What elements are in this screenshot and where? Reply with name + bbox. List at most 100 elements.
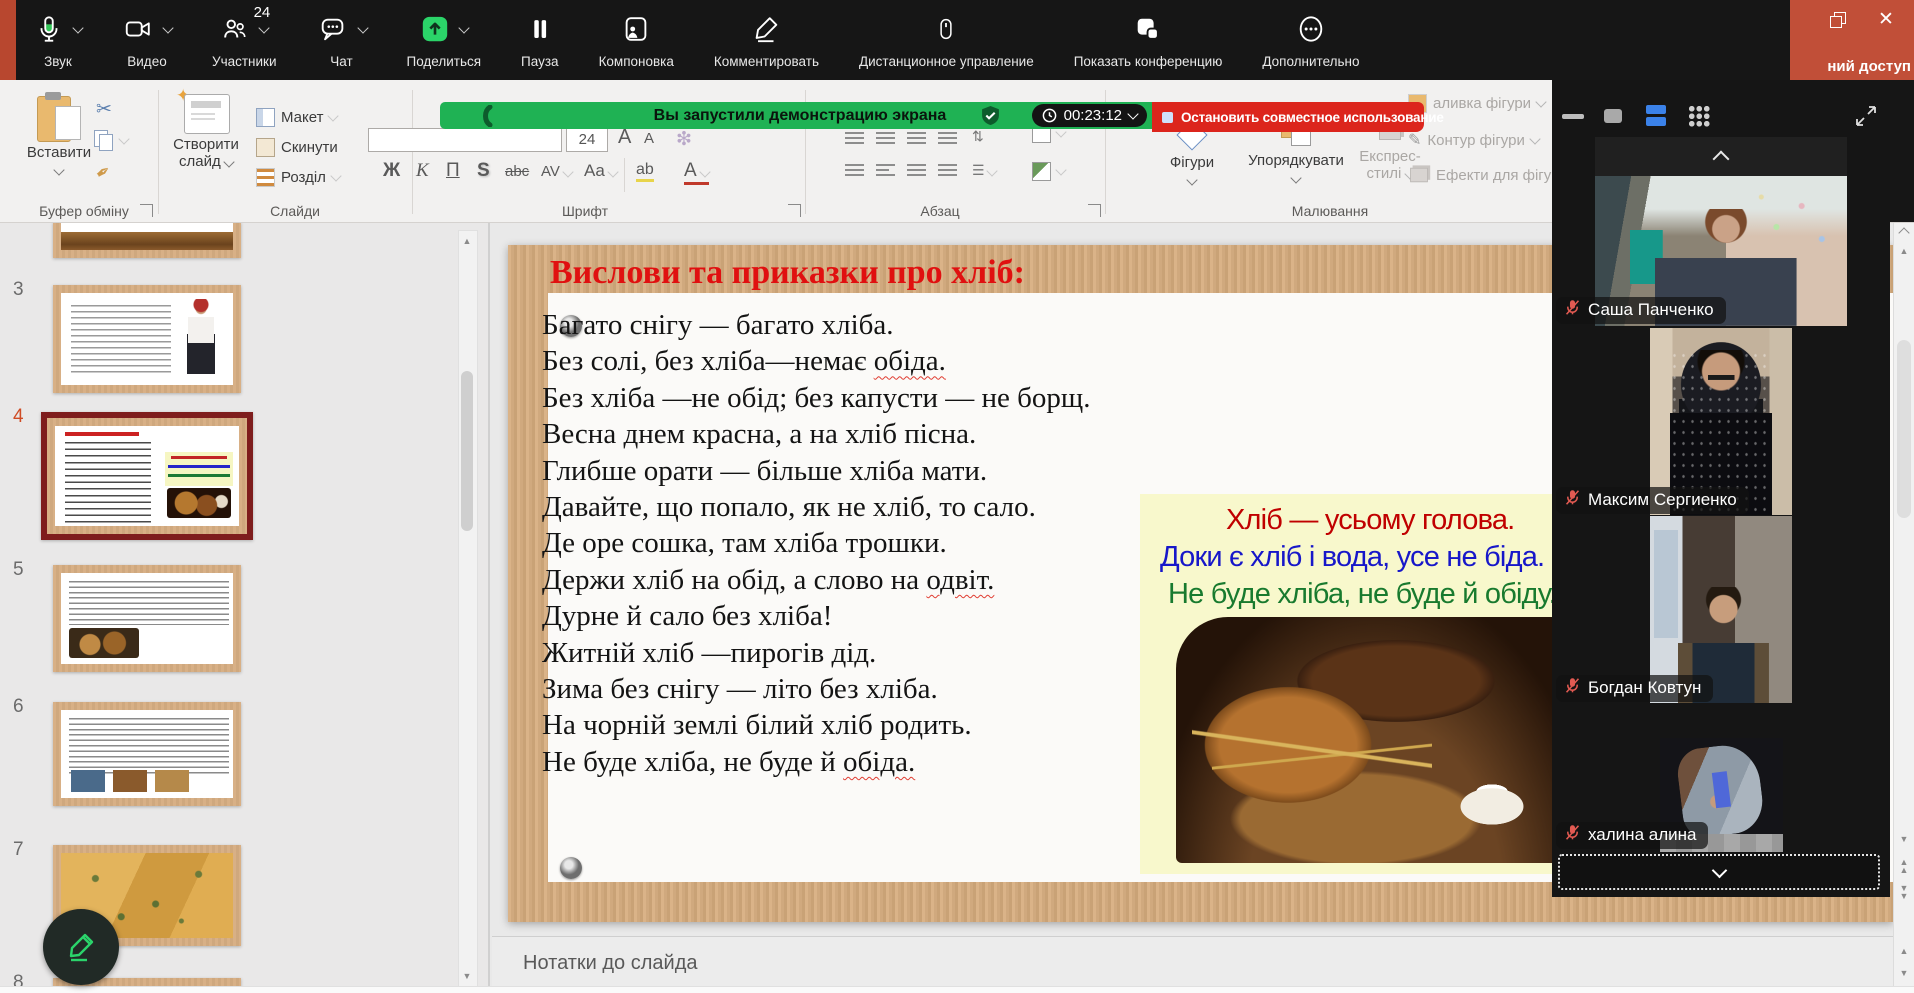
- align-left-button[interactable]: [845, 164, 864, 179]
- stop-share-button[interactable]: Остановить совместное использование: [1152, 102, 1424, 132]
- toolbar-item-share[interactable]: Поделиться: [407, 0, 482, 69]
- paste-button[interactable]: Вставити: [26, 92, 92, 178]
- bullets-button[interactable]: [845, 132, 864, 147]
- editor-scrollbar[interactable]: ▲ ▼ ▲▲ ▼▼ ▲ ▼: [1893, 222, 1914, 993]
- slide-text-line: На чорній землі білий хліб родить.: [542, 707, 1091, 743]
- scrollbar-thumb[interactable]: [1897, 340, 1911, 518]
- numbering-button[interactable]: [876, 132, 895, 147]
- toolbar-item-pause[interactable]: Пауза: [521, 0, 559, 69]
- notes-pane: Нотатки до слайда: [492, 936, 1914, 993]
- slide-title[interactable]: Вислови та приказки про хліб:: [550, 254, 1025, 292]
- increase-indent-button[interactable]: [938, 132, 957, 147]
- cut-button[interactable]: ✂: [96, 98, 112, 121]
- align-right-button[interactable]: [907, 164, 926, 179]
- toolbar-item-remote[interactable]: Дистанционное управление: [859, 0, 1034, 69]
- scroll-up-arrow[interactable]: ▲: [1894, 246, 1914, 256]
- shapes-label: Фігури: [1150, 154, 1234, 171]
- clipboard-dialog-launcher[interactable]: [140, 204, 153, 217]
- minimize-panel-icon[interactable]: [1562, 114, 1584, 119]
- decrease-indent-button[interactable]: [907, 132, 926, 147]
- reset-button[interactable]: Скинути: [256, 138, 338, 157]
- bread-photo[interactable]: [1176, 617, 1576, 863]
- thumbnail-content: [61, 573, 233, 664]
- font-name-input[interactable]: [368, 128, 562, 152]
- grommet-decoration: [560, 857, 582, 879]
- shape-outline-icon: ✎: [1408, 130, 1421, 150]
- scroll-up-arrow[interactable]: ▲: [459, 233, 475, 249]
- layout-button[interactable]: Макет: [256, 108, 337, 127]
- close-window-button[interactable]: ✕: [1876, 10, 1896, 30]
- slide-thumbnail-5[interactable]: [53, 565, 241, 672]
- collapse-ribbon-button[interactable]: [1900, 224, 1908, 242]
- slide-thumbnail-6[interactable]: [53, 702, 241, 806]
- strikethrough-button[interactable]: abc: [505, 163, 529, 180]
- copy-button[interactable]: [94, 130, 128, 150]
- share-banner-message: Вы запустили демонстрацию экрана: [590, 107, 1010, 125]
- font-color-button[interactable]: А: [684, 160, 709, 185]
- shape-effects-button[interactable]: Ефекти для фігур: [1408, 166, 1559, 184]
- share-icon: [420, 14, 450, 44]
- align-center-button[interactable]: [876, 164, 895, 179]
- toolbar-item-video[interactable]: Видео: [122, 0, 172, 69]
- justify-button[interactable]: [938, 164, 957, 179]
- expand-panel-icon[interactable]: [1854, 104, 1878, 128]
- toolbar-item-label: Поделиться: [407, 54, 482, 69]
- italic-button[interactable]: К: [416, 160, 429, 182]
- shrink-font-button[interactable]: А: [644, 130, 654, 147]
- collapse-videos-button[interactable]: [1595, 137, 1847, 176]
- annotation-tools-button[interactable]: [43, 909, 119, 985]
- chevron-down-icon: [72, 22, 83, 33]
- columns-button[interactable]: ☰: [972, 162, 996, 179]
- next-slide-button[interactable]: ▼▼: [1894, 884, 1914, 900]
- chevron-down-icon: [1290, 172, 1301, 183]
- clear-formatting-button[interactable]: ❇: [676, 128, 692, 151]
- slide-text-line: Багато снігу — багато хліба.: [542, 307, 1091, 343]
- slide-thumbnail-4[interactable]: [41, 412, 253, 540]
- notes-scroll-up[interactable]: ▲: [1894, 946, 1914, 956]
- shape-outline-button[interactable]: ✎ Контур фігури: [1408, 130, 1539, 150]
- meeting-timer[interactable]: 00:23:12: [1032, 104, 1147, 127]
- slide-thumbnail[interactable]: [53, 222, 241, 258]
- line-spacing-button[interactable]: ⇅: [972, 128, 984, 145]
- bold-button[interactable]: Ж: [383, 160, 400, 182]
- convert-smartart-button[interactable]: [1032, 162, 1065, 181]
- change-case-button[interactable]: Aa: [584, 161, 617, 181]
- slide-thumbnail-3[interactable]: [53, 285, 241, 393]
- text-shadow-button[interactable]: S: [477, 160, 490, 182]
- highlight-button[interactable]: ab: [636, 161, 654, 182]
- notes-scroll-down[interactable]: ▼: [1894, 968, 1914, 978]
- toolbar-item-label: Звук: [44, 54, 72, 69]
- section-button[interactable]: Розділ: [256, 168, 340, 187]
- gallery-view-icon[interactable]: [1688, 105, 1710, 127]
- previous-slide-button[interactable]: ▲▲: [1894, 858, 1914, 874]
- scrollbar-thumb[interactable]: [461, 371, 473, 531]
- speaker-view-icon[interactable]: [1604, 109, 1622, 123]
- thumbnails-scrollbar[interactable]: ▲ ▼: [458, 230, 478, 987]
- toolbar-item-audio[interactable]: Звук: [34, 0, 82, 69]
- chevron-down-icon: [357, 22, 368, 33]
- toolbar-item-more[interactable]: Дополнительно: [1262, 0, 1359, 69]
- toolbar-item-participants[interactable]: 24Участники: [212, 0, 277, 69]
- slide-body-text[interactable]: Багато снігу — багато хліба.Без солі, бе…: [542, 307, 1091, 780]
- toolbar-item-chat[interactable]: Чат: [317, 0, 367, 69]
- font-dialog-launcher[interactable]: [788, 204, 801, 217]
- slide-number: 7: [13, 839, 24, 861]
- thumbnail-content: [61, 293, 233, 385]
- notes-placeholder[interactable]: Нотатки до слайда: [523, 952, 698, 975]
- underline-button[interactable]: П: [446, 160, 460, 182]
- more-participants-button[interactable]: [1558, 854, 1880, 890]
- grow-font-button[interactable]: А: [618, 126, 631, 149]
- restore-window-button[interactable]: [1828, 10, 1848, 30]
- character-spacing-button[interactable]: AV: [541, 163, 572, 180]
- font-size-input[interactable]: 24: [566, 128, 608, 152]
- new-slide-button[interactable]: ✦ Створити слайд: [162, 90, 250, 170]
- toolbar-item-layout[interactable]: Компоновка: [599, 0, 674, 69]
- toolbar-item-meeting[interactable]: Показать конференцию: [1074, 0, 1223, 69]
- format-painter-button[interactable]: ✒: [96, 162, 111, 183]
- paragraph-dialog-launcher[interactable]: [1088, 204, 1101, 217]
- toolbar-item-annotate[interactable]: Комментировать: [714, 0, 819, 69]
- scroll-down-arrow[interactable]: ▼: [459, 968, 475, 984]
- strip-view-icon[interactable]: [1646, 105, 1666, 127]
- scroll-down-arrow[interactable]: ▼: [1894, 834, 1914, 844]
- slide-text-line: Без хліба —не обід; без капусти — не бор…: [542, 380, 1091, 416]
